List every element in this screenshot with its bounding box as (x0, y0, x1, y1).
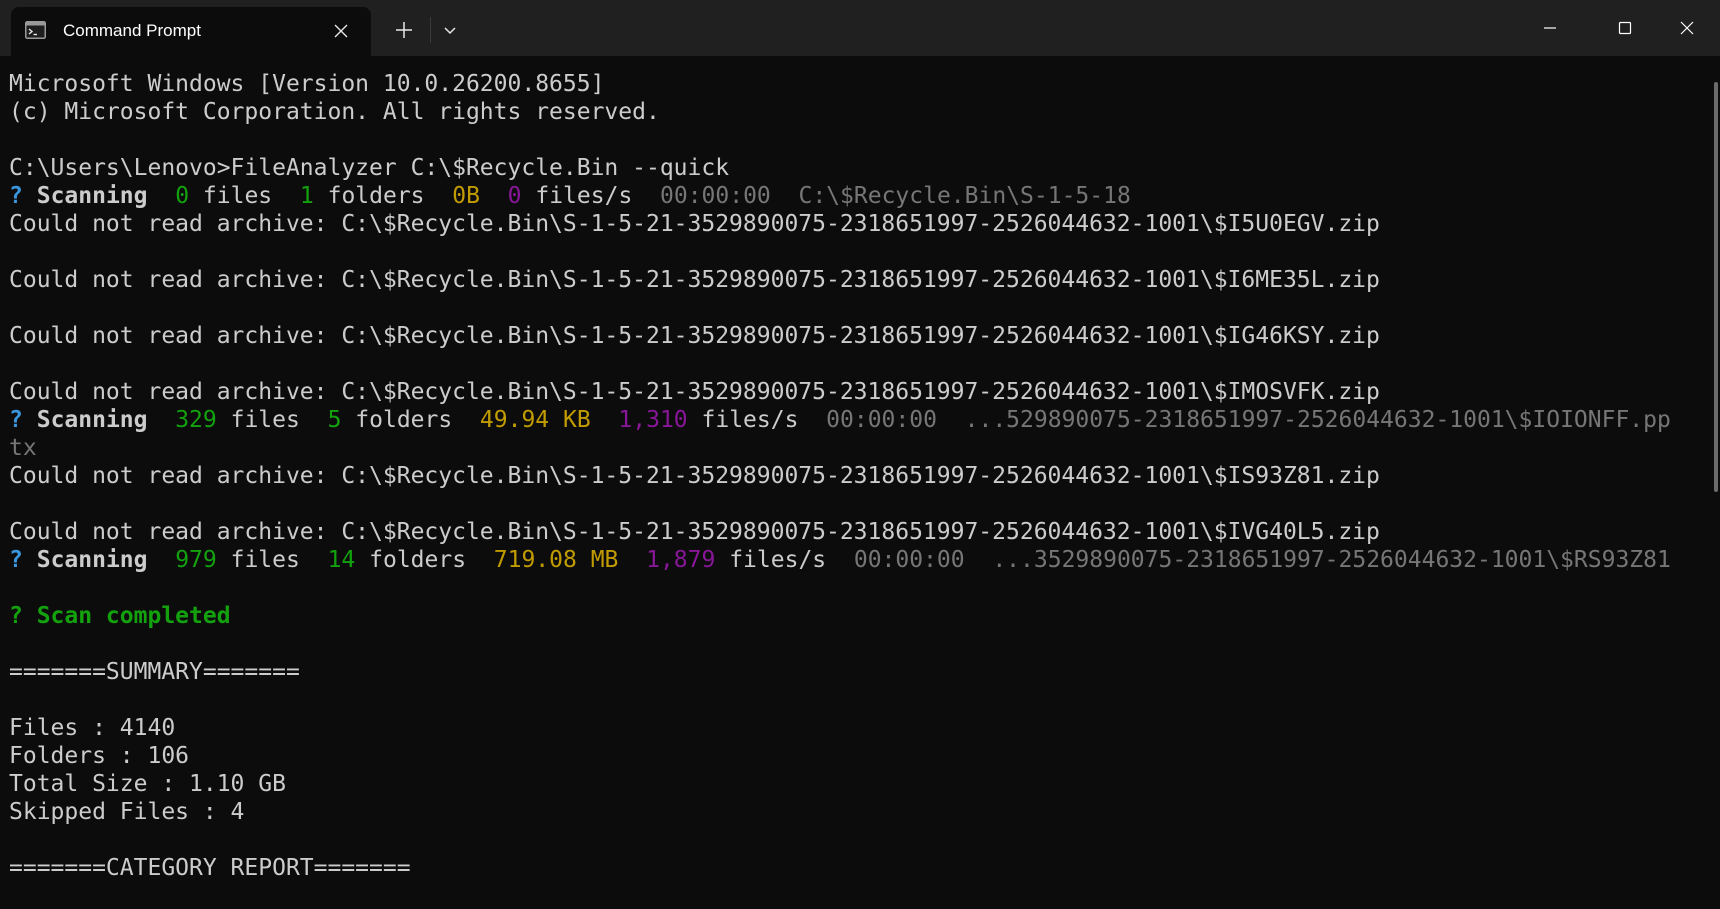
terminal-text: Could not read archive: C:\$Recycle.Bin\… (9, 519, 1380, 545)
terminal-text: Could not read archive: C:\$Recycle.Bin\… (9, 379, 1380, 405)
terminal-text: =======CATEGORY REPORT======= (9, 855, 411, 881)
scan-rate-label: files/s (729, 547, 827, 573)
terminal-line: ? Scanning 0 files 1 folders 0B 0 files/… (9, 182, 1671, 210)
scan-current-path: C:\$Recycle.Bin\S-1-5-18 (798, 183, 1131, 209)
scan-label: Scanning (36, 407, 148, 433)
terminal-lines: Microsoft Windows [Version 10.0.26200.86… (9, 70, 1671, 882)
terminal-line: Microsoft Windows [Version 10.0.26200.86… (9, 70, 1671, 98)
scan-marker: ? (9, 547, 23, 573)
titlebar-divider (430, 17, 431, 43)
maximize-icon (1618, 21, 1632, 35)
scan-completed-message: ? Scan completed (9, 603, 231, 629)
scan-marker: ? (9, 183, 23, 209)
terminal-window: Command Prompt Microsoft Windows [Versio… (0, 0, 1720, 909)
terminal-line: tx (9, 434, 1671, 462)
scan-file-count: 0 (175, 183, 190, 209)
scan-file-count: 329 (175, 407, 217, 433)
terminal-line: =======CATEGORY REPORT======= (9, 854, 1671, 882)
terminal-text: Folders : 106 (9, 743, 190, 769)
scan-rate: 0 (507, 183, 522, 209)
scan-folders-label: folders (355, 407, 453, 433)
terminal-text: tx (9, 435, 37, 461)
terminal-text: Could not read archive: C:\$Recycle.Bin\… (9, 463, 1380, 489)
terminal-icon (25, 21, 46, 39)
terminal-line: Could not read archive: C:\$Recycle.Bin\… (9, 322, 1671, 350)
scan-size: 49.94 KB (479, 407, 591, 433)
scan-rate: 1,310 (618, 407, 688, 433)
scan-folder-count: 5 (327, 407, 342, 433)
scan-files-label: files (230, 407, 300, 433)
terminal-text: Could not read archive: C:\$Recycle.Bin\… (9, 323, 1380, 349)
terminal-line: Could not read archive: C:\$Recycle.Bin\… (9, 378, 1671, 406)
minimize-button[interactable] (1526, 8, 1574, 48)
terminal-text: Total Size : 1.10 GB (9, 771, 286, 797)
terminal-line: Could not read archive: C:\$Recycle.Bin\… (9, 518, 1671, 546)
terminal-text: C:\Users\Lenovo>FileAnalyzer C:\$Recycle… (9, 155, 730, 181)
close-window-button[interactable] (1663, 8, 1711, 48)
title-bar[interactable]: Command Prompt (0, 0, 1720, 56)
plus-icon[interactable] (392, 18, 416, 42)
scan-files-label: files (230, 547, 300, 573)
vertical-scrollbar[interactable] (1712, 56, 1720, 909)
scan-size: 0B (452, 183, 480, 209)
scan-rate-label: files/s (701, 407, 799, 433)
scan-current-path: ...3529890075-2318651997-2526044632-1001… (992, 547, 1671, 573)
scan-file-count: 979 (175, 547, 217, 573)
terminal-line: Skipped Files : 4 (9, 798, 1671, 826)
scan-marker: ? (9, 407, 23, 433)
terminal-line: Folders : 106 (9, 742, 1671, 770)
scan-files-label: files (202, 183, 273, 209)
scan-folder-count: 1 (299, 183, 314, 209)
tab-command-prompt[interactable]: Command Prompt (11, 7, 371, 56)
terminal-line: Could not read archive: C:\$Recycle.Bin\… (9, 210, 1671, 238)
scan-size: 719.08 MB (493, 547, 619, 573)
scrollbar-thumb[interactable] (1714, 82, 1718, 492)
scan-folders-label: folders (369, 547, 467, 573)
terminal-text: Could not read archive: C:\$Recycle.Bin\… (9, 267, 1380, 293)
terminal-output[interactable]: Microsoft Windows [Version 10.0.26200.86… (0, 56, 1710, 909)
scan-folder-count: 14 (327, 547, 356, 573)
terminal-line: C:\Users\Lenovo>FileAnalyzer C:\$Recycle… (9, 154, 1671, 182)
maximize-button[interactable] (1601, 8, 1649, 48)
terminal-line: ? Scanning 979 files 14 folders 719.08 M… (9, 546, 1671, 574)
scan-elapsed-time: 00:00:00 (826, 407, 937, 433)
scan-current-path: ...529890075-2318651997-2526044632-1001\… (964, 407, 1671, 433)
terminal-line: =======SUMMARY======= (9, 658, 1671, 686)
close-icon (1680, 21, 1694, 35)
terminal-text: Files : 4140 (9, 715, 176, 741)
terminal-text: (c) Microsoft Corporation. All rights re… (9, 99, 660, 125)
terminal-line: Could not read archive: C:\$Recycle.Bin\… (9, 462, 1671, 490)
scan-folders-label: folders (327, 183, 425, 209)
terminal-line: Files : 4140 (9, 714, 1671, 742)
terminal-line: Total Size : 1.10 GB (9, 770, 1671, 798)
scan-elapsed-time: 00:00:00 (853, 547, 965, 573)
terminal-text: Skipped Files : 4 (9, 799, 245, 825)
close-tab-icon[interactable] (329, 19, 353, 43)
scan-label: Scanning (36, 547, 148, 573)
terminal-line: (c) Microsoft Corporation. All rights re… (9, 98, 1671, 126)
tab-title: Command Prompt (63, 21, 201, 40)
terminal-text: Could not read archive: C:\$Recycle.Bin\… (9, 211, 1380, 237)
scan-label: Scanning (36, 183, 148, 209)
terminal-line: ? Scan completed (9, 602, 1671, 630)
minimize-icon (1544, 27, 1556, 29)
scan-rate: 1,879 (646, 547, 716, 573)
terminal-line: Could not read archive: C:\$Recycle.Bin\… (9, 266, 1671, 294)
chevron-down-icon[interactable] (438, 18, 462, 42)
terminal-text: =======SUMMARY======= (9, 659, 300, 685)
terminal-line: ? Scanning 329 files 5 folders 49.94 KB … (9, 406, 1671, 434)
scan-elapsed-time: 00:00:00 (660, 183, 771, 209)
terminal-text: Microsoft Windows [Version 10.0.26200.86… (9, 71, 605, 97)
scan-rate-label: files/s (535, 183, 633, 209)
